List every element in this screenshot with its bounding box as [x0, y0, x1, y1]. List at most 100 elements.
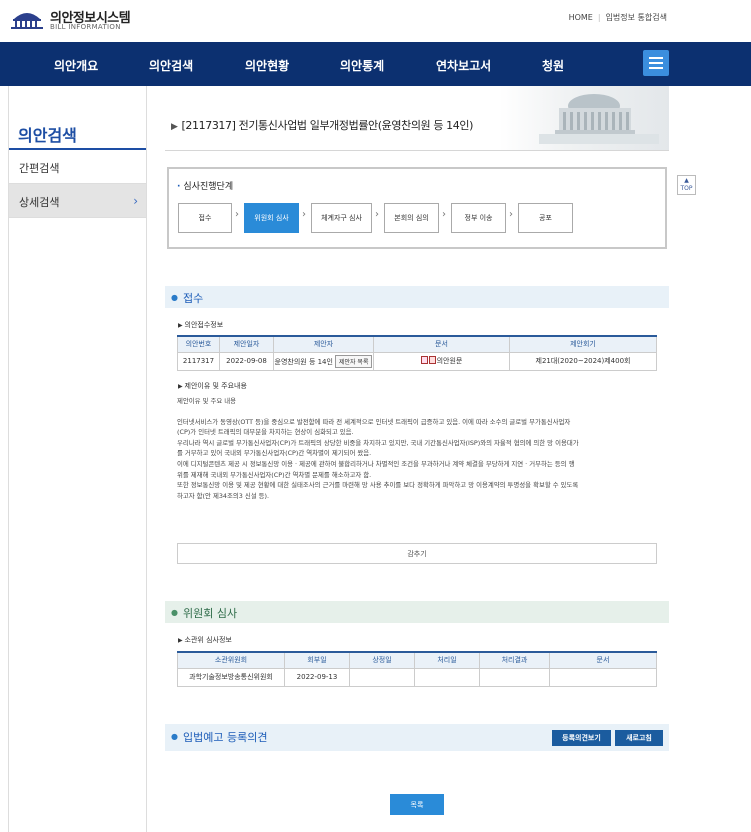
- bill-number: 2117317: [177, 351, 220, 371]
- section-title: ● 위원회 심사: [171, 605, 237, 621]
- step-committee-review[interactable]: 위원회 심사: [244, 203, 299, 233]
- site-logo[interactable]: 의안정보시스템 BILL INFORMATION: [10, 6, 135, 36]
- assembly-building-illustration: [499, 86, 669, 150]
- sidebar-item-label: 간편검색: [19, 162, 60, 175]
- column-header: 소관위원회: [177, 651, 285, 669]
- chevron-right-icon: ›: [133, 194, 138, 208]
- arrow-right-icon: ▶: [171, 122, 178, 132]
- step-arrow-icon: ›: [375, 209, 379, 220]
- reason-heading: 제안이유 및 주요 내용: [177, 397, 237, 405]
- bullet-icon: ●: [171, 732, 178, 741]
- reason-line: 인터넷서비스가 동영상(OTT 등)을 중심으로 발전함에 따라 전 세계적으로…: [177, 417, 571, 426]
- link-divider: |: [597, 13, 601, 22]
- column-header: 제안자: [273, 335, 374, 353]
- gnb-item-statistics[interactable]: 의안통계: [340, 57, 384, 74]
- sidebar-item-label: 상세검색: [19, 196, 60, 209]
- proposal-session: 제21대(2020~2024)제400회: [509, 351, 657, 371]
- bullet-icon: ●: [171, 608, 178, 617]
- section-committee-review: ● 위원회 심사: [165, 601, 669, 623]
- table-header-row: 의안번호 제안일자 제안자 문서 제안회기: [177, 335, 657, 353]
- view-opinions-button[interactable]: 등록의견보기: [552, 730, 611, 746]
- table-row: 2117317 2022-09-08 윤영찬의원 등 14인 제안자 목록 의안원…: [177, 351, 657, 371]
- logo-subtitle: BILL INFORMATION: [50, 23, 121, 31]
- step-receipt[interactable]: 접수: [178, 203, 232, 233]
- header-divider: [165, 150, 669, 151]
- gnb-item-overview[interactable]: 의안개요: [54, 57, 98, 74]
- list-button[interactable]: 목록: [390, 794, 444, 815]
- reason-line: (CP)가 인터넷 트래픽의 대부분을 차지하는 현상이 심화되고 있음.: [177, 428, 354, 437]
- top-button-label: TOP: [680, 185, 693, 192]
- review-progress-panel: 심사진행단계 접수 › 위원회 심사 › 체계자구 심사 › 본회의 심의 › …: [167, 167, 667, 249]
- column-header: 상정일: [349, 651, 415, 669]
- table-row: 과학기술정보방송통신위원회 2022-09-13: [177, 667, 657, 687]
- referral-date: 2022-09-13: [284, 667, 350, 687]
- home-link[interactable]: HOME: [569, 13, 593, 22]
- subsection-label: 제안이유 및 주요내용: [178, 381, 247, 391]
- step-plenary[interactable]: 본회의 심의: [384, 203, 439, 233]
- bill-title: ▶ [2117317] 전기통신사업법 일부개정법률안(윤영찬의원 등 14인): [171, 117, 473, 133]
- step-arrow-icon: ›: [302, 209, 306, 220]
- subsection-label: 의안접수정보: [178, 320, 224, 330]
- section-title: ● 입법예고 등록의견: [171, 729, 267, 745]
- reason-line: 이에 디지털콘텐츠 제공 시 정보통신망 이용 · 제공에 관하여 불합리하거나…: [177, 459, 575, 468]
- section-title-text: 입법예고 등록의견: [182, 731, 268, 744]
- gnb-item-petition[interactable]: 청원: [542, 57, 564, 74]
- reason-line: 위를 제재해 국내외 부가통신사업자(CP)간 역차별 문제를 해소하고자 함.: [177, 470, 372, 479]
- table-header-row: 소관위원회 회부일 상정일 처리일 처리결과 문서: [177, 651, 657, 669]
- site-header: 의안정보시스템 BILL INFORMATION HOME | 입법정보 통합검색: [0, 0, 751, 42]
- column-header: 회부일: [284, 651, 350, 669]
- section-receipt: ● 접수: [165, 286, 669, 308]
- sidebar-item-simple-search[interactable]: 간편검색: [9, 150, 146, 184]
- reason-text: 제안이유 및 주요 내용 인터넷서비스가 동영상(OTT 등)을 중심으로 발전…: [177, 396, 657, 501]
- step-arrow-icon: ›: [442, 209, 446, 220]
- column-header: 문서: [373, 335, 510, 353]
- receipt-table: 의안번호 제안일자 제안자 문서 제안회기 2117317 2022-09-08…: [177, 335, 657, 371]
- reason-line: 를 거부하고 있어 국내외 부가통신사업자(CP)간 역차별이 제기되어 왔음.: [177, 449, 372, 458]
- utility-links: HOME | 입법정보 통합검색: [569, 12, 667, 23]
- step-arrow-icon: ›: [509, 209, 513, 220]
- gnb-item-search[interactable]: 의안검색: [149, 57, 193, 74]
- column-header: 제안일자: [219, 335, 274, 353]
- step-government-transfer[interactable]: 정부 이송: [451, 203, 506, 233]
- processed-date: [414, 667, 480, 687]
- reason-line: 우리나라 역시 글로벌 부가통신사업자(CP)가 트래픽의 상당한 비중을 차지…: [177, 438, 579, 447]
- presented-date: [349, 667, 415, 687]
- reason-line: 또한 정보통신망 이용 및 제공 현황에 대한 실태조사의 근거를 마련해 망 …: [177, 481, 579, 490]
- section-title-text: 접수: [182, 292, 204, 305]
- sidebar-item-detailed-search[interactable]: 상세검색 ›: [9, 184, 146, 218]
- step-legal-review[interactable]: 체계자구 심사: [311, 203, 372, 233]
- subsection-label: 소관위 심사정보: [178, 635, 232, 645]
- refresh-button[interactable]: 새로고침: [615, 730, 663, 746]
- page-header: ▶ [2117317] 전기통신사업법 일부개정법률안(윤영찬의원 등 14인): [165, 86, 669, 150]
- committee-table: 소관위원회 회부일 상정일 처리일 처리결과 문서 과학기술정보방송통신위원회 …: [177, 651, 657, 687]
- scroll-top-button[interactable]: ▲ TOP: [677, 175, 696, 195]
- bullet-icon: ●: [171, 293, 178, 302]
- pdf-file-icon[interactable]: [428, 356, 436, 364]
- arrow-up-icon: ▲: [684, 177, 689, 184]
- gnb-item-annual-report[interactable]: 연차보고서: [436, 57, 491, 74]
- section-legislative-notice: ● 입법예고 등록의견 등록의견보기 새로고침: [165, 724, 669, 751]
- integrated-search-link[interactable]: 입법정보 통합검색: [606, 13, 667, 22]
- collapse-button[interactable]: 감추기: [177, 543, 657, 564]
- section-title-text: 위원회 심사: [182, 607, 238, 620]
- main-navigation: 의안개요 의안검색 의안현황 의안통계 연차보고서 청원: [0, 42, 751, 86]
- proposer-cell: 윤영찬의원 등 14인 제안자 목록: [273, 351, 374, 371]
- process-result: [479, 667, 550, 687]
- column-header: 처리결과: [479, 651, 550, 669]
- proposer-list-button[interactable]: 제안자 목록: [334, 354, 373, 368]
- progress-title: 심사진행단계: [177, 179, 233, 192]
- step-arrow-icon: ›: [235, 209, 239, 220]
- column-header: 문서: [549, 651, 657, 669]
- reason-line: 하고자 함(안 제34조의3 신설 등).: [177, 491, 270, 500]
- column-header: 처리일: [414, 651, 480, 669]
- hamburger-menu-icon[interactable]: [643, 50, 669, 76]
- step-promulgation[interactable]: 공포: [518, 203, 573, 233]
- hwp-file-icon[interactable]: [420, 356, 428, 364]
- document-cell: 의안원문: [373, 351, 510, 371]
- committee-name: 과학기술정보방송통신위원회: [177, 667, 285, 687]
- document-link[interactable]: 의안원문: [437, 357, 463, 365]
- bill-title-text: [2117317] 전기통신사업법 일부개정법률안(윤영찬의원 등 14인): [181, 119, 474, 132]
- column-header: 제안회기: [509, 335, 657, 353]
- proposal-date: 2022-09-08: [219, 351, 274, 371]
- gnb-item-status[interactable]: 의안현황: [245, 57, 289, 74]
